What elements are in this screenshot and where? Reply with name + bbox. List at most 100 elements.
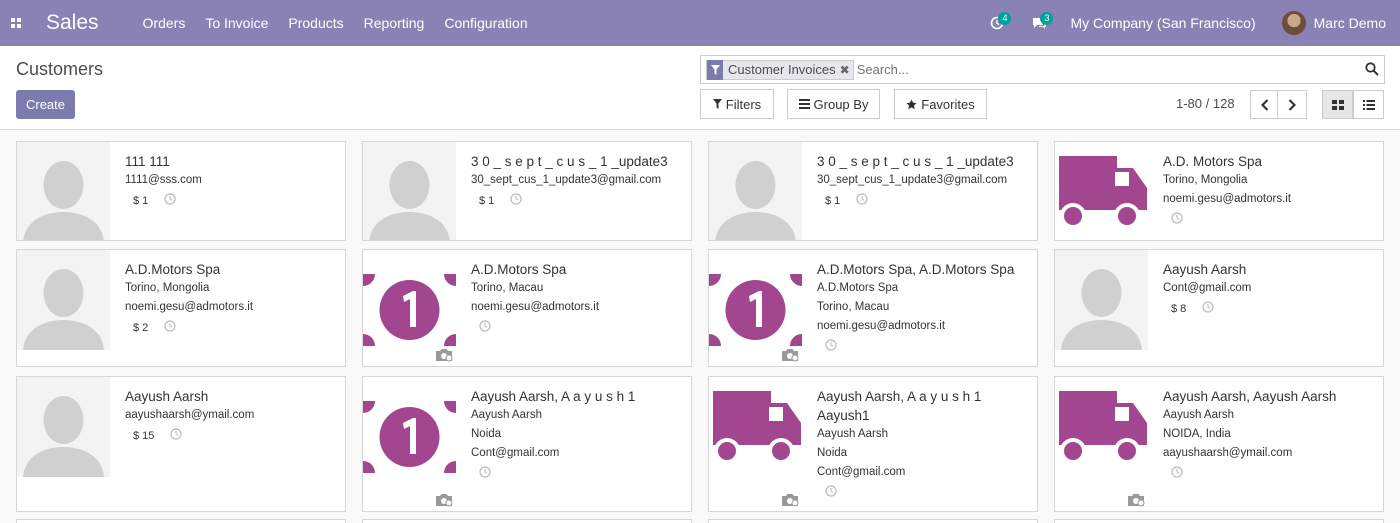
card-info: Aayush Aarsh aayushaarsh@ymail.com $ 15 xyxy=(125,387,339,443)
favorites-label: Favorites xyxy=(921,96,975,112)
camera-icon[interactable] xyxy=(781,348,799,365)
customer-detail: NOIDA, India xyxy=(1163,428,1231,440)
card-stats: $ 8 xyxy=(1171,301,1377,316)
customer-card[interactable]: 3 0 _ s e p t _ c u s _ 1 _update3 30_sep… xyxy=(362,141,692,241)
menu-products[interactable]: Products xyxy=(288,15,343,31)
customer-card[interactable]: A.D.Motors Spa Torino, Macau noemi.gesu@ad… xyxy=(362,249,692,367)
search-icon[interactable] xyxy=(1365,62,1379,79)
customer-card[interactable]: Aayush Aarsh, A a y u s h 1 Aayush Aarsh N… xyxy=(362,376,692,512)
sale-amount[interactable]: $ 1 xyxy=(825,195,840,207)
customer-card[interactable]: A.D. Motors Spa Torino, Mongolia noemi.ges… xyxy=(1054,141,1384,241)
avatar-placeholder-image xyxy=(709,142,802,240)
customer-card[interactable]: Aayush Aarsh, A a y u s h 1 Aayush1 Aayus… xyxy=(708,376,1038,512)
sale-amount[interactable]: $ 2 xyxy=(133,322,148,334)
user-avatar[interactable] xyxy=(1281,11,1306,35)
card-info: Aayush Aarsh Cont@gmail.com $ 8 xyxy=(1163,260,1377,316)
bars-icon xyxy=(798,99,810,109)
favorites-button[interactable]: Favorites xyxy=(894,89,987,119)
card-info: A.D.Motors Spa, A.D.Motors Spa A.D.Motors… xyxy=(817,260,1031,354)
pager-value[interactable]: 1-80 / 128 xyxy=(1176,96,1235,111)
customer-detail: A.D.Motors Spa xyxy=(817,282,899,294)
sale-amount[interactable]: $ 8 xyxy=(1171,303,1186,315)
group-by-label: Group By xyxy=(813,96,869,112)
card-info: 111 111 1111@sss.com $ 1 xyxy=(125,152,339,208)
search-input[interactable] xyxy=(856,62,1337,77)
app-name[interactable]: Sales xyxy=(46,11,99,35)
filters-button[interactable]: Filters xyxy=(700,89,774,119)
activity-clock-icon[interactable] xyxy=(1202,301,1214,316)
customer-card[interactable]: A.D.Motors Spa, A.D.Motors Spa A.D.Motors… xyxy=(708,249,1038,367)
group-by-button[interactable]: Group By xyxy=(787,89,880,119)
customer-name: A.D.Motors Spa xyxy=(471,262,567,277)
list-icon xyxy=(1362,99,1375,110)
avatar-placeholder-image xyxy=(363,142,456,240)
activity-clock-icon[interactable] xyxy=(825,339,837,354)
apps-menu-icon[interactable] xyxy=(0,0,32,46)
company-switcher[interactable]: My Company (San Francisco) xyxy=(1070,15,1255,31)
activity-clock-icon[interactable] xyxy=(856,193,868,208)
customer-detail: Noida xyxy=(817,447,848,459)
activity-clock-icon[interactable] xyxy=(510,193,522,208)
kanban-view-button[interactable] xyxy=(1322,90,1353,119)
pager-previous-button[interactable] xyxy=(1250,90,1280,119)
filter-icon xyxy=(712,99,722,109)
camera-icon[interactable] xyxy=(435,493,453,510)
menu-to-invoice[interactable]: To Invoice xyxy=(205,15,268,31)
customer-detail: Torino, Mongolia xyxy=(125,282,210,294)
create-button[interactable]: Create xyxy=(16,90,75,119)
customer-detail: Cont@gmail.com xyxy=(817,466,906,478)
customer-detail: Aayush Aarsh xyxy=(817,428,888,440)
top-navbar: Sales Orders To Invoice Products Reporti… xyxy=(0,0,1400,46)
sale-amount[interactable]: $ 1 xyxy=(133,195,148,207)
activity-clock-icon[interactable] xyxy=(479,466,491,481)
filter-icon xyxy=(707,59,723,80)
menu-configuration[interactable]: Configuration xyxy=(444,15,527,31)
customer-name: Aayush Aarsh xyxy=(125,389,209,404)
customer-detail: Cont@gmail.com xyxy=(1163,282,1252,294)
customer-card[interactable]: 111 111 1111@sss.com $ 1 xyxy=(16,141,346,241)
facet-remove-icon[interactable]: ✖ xyxy=(840,63,853,77)
activity-clock-icon[interactable] xyxy=(479,320,491,335)
customer-card[interactable]: Aayush Aarsh aayushaarsh@ymail.com $ 15 xyxy=(16,376,346,512)
menu-orders[interactable]: Orders xyxy=(143,15,186,31)
messages-badge: 3 xyxy=(1040,12,1054,25)
messages-chat-icon[interactable]: 3 xyxy=(1028,12,1054,34)
camera-icon[interactable] xyxy=(781,493,799,510)
list-view-button[interactable] xyxy=(1353,90,1384,119)
card-stats: $ 15 xyxy=(133,428,339,443)
customer-detail: Torino, Mongolia xyxy=(1163,174,1248,186)
activity-clock-icon[interactable]: 4 xyxy=(986,12,1012,34)
card-stats xyxy=(1171,212,1377,227)
customer-card[interactable]: Aayush Aarsh Cont@gmail.com $ 8 xyxy=(1054,249,1384,367)
activity-clock-icon[interactable] xyxy=(164,193,176,208)
pager-next-button[interactable] xyxy=(1277,90,1307,119)
card-info: Aayush Aarsh, A a y u s h 1 Aayush Aarsh N… xyxy=(471,387,685,481)
customer-name: 111 111 xyxy=(125,154,170,169)
sale-amount[interactable]: $ 1 xyxy=(479,195,494,207)
card-info: 3 0 _ s e p t _ c u s _ 1 _update3 30_sep… xyxy=(817,152,1031,208)
customer-name: 3 0 _ s e p t _ c u s _ 1 _update3 xyxy=(471,154,668,169)
camera-icon[interactable] xyxy=(1127,493,1145,510)
customer-detail: Torino, Macau xyxy=(817,301,890,313)
camera-icon[interactable] xyxy=(435,348,453,365)
customer-card[interactable]: A.D.Motors Spa Torino, Mongolia noemi.gesu… xyxy=(16,249,346,367)
menu-reporting[interactable]: Reporting xyxy=(364,15,425,31)
customer-name: A.D. Motors Spa xyxy=(1163,154,1263,169)
activity-clock-icon[interactable] xyxy=(164,320,176,335)
partial-card xyxy=(362,519,692,523)
activity-clock-icon[interactable] xyxy=(1171,212,1183,227)
user-menu[interactable]: Marc Demo xyxy=(1314,15,1386,31)
customer-card[interactable]: 3 0 _ s e p t _ c u s _ 1 _update3 30_sep… xyxy=(708,141,1038,241)
sale-amount[interactable]: $ 15 xyxy=(133,430,154,442)
customer-card[interactable]: Aayush Aarsh, Aayush Aarsh Aayush Aarsh NO… xyxy=(1054,376,1384,512)
card-stats: $ 1 xyxy=(133,193,339,208)
activity-clock-icon[interactable] xyxy=(170,428,183,443)
customer-detail: Noida xyxy=(471,428,502,440)
card-info: Aayush Aarsh, A a y u s h 1 Aayush1 Aayus… xyxy=(817,387,1031,500)
card-info: A.D.Motors Spa Torino, Mongolia noemi.gesu… xyxy=(125,260,339,335)
search-bar: Customer Invoices ✖ xyxy=(700,55,1385,84)
money-bill-image xyxy=(709,250,802,350)
customer-detail: Cont@gmail.com xyxy=(471,447,560,459)
activity-clock-icon[interactable] xyxy=(1171,466,1183,481)
activity-clock-icon[interactable] xyxy=(825,485,837,500)
